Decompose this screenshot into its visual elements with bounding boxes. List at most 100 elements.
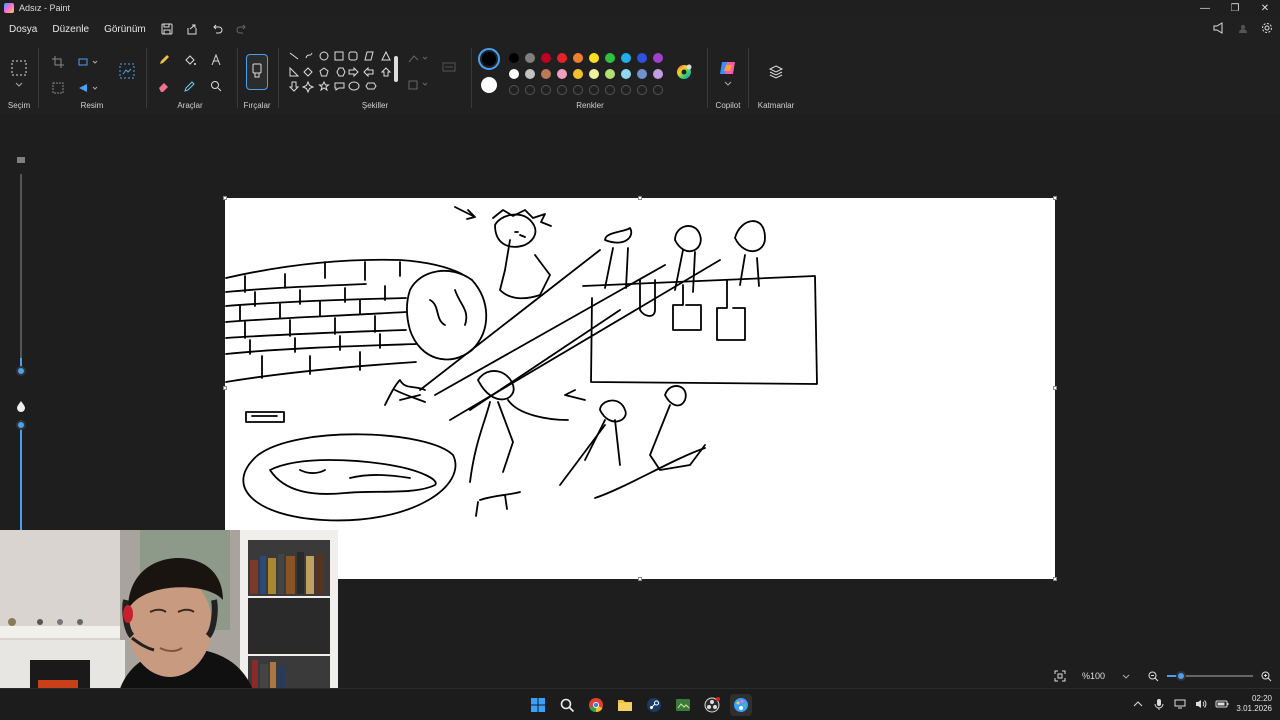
color-swatch[interactable] bbox=[605, 53, 615, 63]
color-swatch[interactable] bbox=[637, 69, 647, 79]
drawing-canvas[interactable] bbox=[223, 196, 1057, 581]
color-swatch[interactable] bbox=[589, 53, 599, 63]
custom-color-slot[interactable] bbox=[653, 85, 663, 95]
color-swatch[interactable] bbox=[653, 69, 663, 79]
color-swatch[interactable] bbox=[541, 69, 551, 79]
share-icon[interactable] bbox=[182, 19, 202, 39]
custom-color-slot[interactable] bbox=[509, 85, 519, 95]
save-icon[interactable] bbox=[157, 19, 177, 39]
opacity-slider-thumb[interactable] bbox=[16, 420, 26, 430]
copilot-chevron-icon[interactable] bbox=[723, 80, 733, 86]
restore-button[interactable]: ❐ bbox=[1220, 0, 1250, 16]
crop-icon[interactable] bbox=[50, 54, 66, 70]
network-icon[interactable] bbox=[1173, 693, 1187, 715]
app-icon-green[interactable] bbox=[672, 694, 694, 716]
fit-to-window-icon[interactable] bbox=[1052, 668, 1068, 684]
undo-icon[interactable] bbox=[207, 19, 227, 39]
custom-color-slot[interactable] bbox=[573, 85, 583, 95]
resize-handle-right[interactable] bbox=[1053, 386, 1057, 390]
menu-edit[interactable]: Düzenle bbox=[52, 24, 89, 35]
color-swatch[interactable] bbox=[557, 69, 567, 79]
resize-handle-top[interactable] bbox=[638, 196, 642, 200]
resize-icon[interactable] bbox=[76, 54, 100, 70]
color-picker-icon[interactable] bbox=[182, 78, 198, 94]
color-swatch[interactable] bbox=[573, 69, 583, 79]
size-slider-thumb[interactable] bbox=[16, 366, 26, 376]
pencil-icon[interactable] bbox=[156, 52, 172, 68]
clock[interactable]: 02:20 3.01.2026 bbox=[1236, 694, 1272, 714]
close-button[interactable]: ✕ bbox=[1250, 0, 1280, 16]
shapes-scrollbar[interactable] bbox=[394, 56, 398, 82]
tray-overflow-icon[interactable] bbox=[1131, 693, 1145, 715]
microphone-icon[interactable] bbox=[1152, 693, 1166, 715]
image-select-icon[interactable] bbox=[118, 62, 136, 80]
shape-outline-icon[interactable] bbox=[406, 52, 432, 66]
shape-fill-icon[interactable] bbox=[406, 78, 432, 92]
account-icon[interactable] bbox=[1234, 19, 1252, 37]
secondary-color-button[interactable] bbox=[481, 77, 497, 93]
color-swatch[interactable] bbox=[541, 53, 551, 63]
battery-icon[interactable] bbox=[1215, 693, 1229, 715]
resize-handle-br[interactable] bbox=[1053, 577, 1057, 581]
color-swatch[interactable] bbox=[525, 69, 535, 79]
color-swatch[interactable] bbox=[509, 69, 519, 79]
color-swatch[interactable] bbox=[621, 69, 631, 79]
settings-icon[interactable] bbox=[1258, 19, 1276, 37]
color-swatch[interactable] bbox=[653, 53, 663, 63]
resize-handle-left[interactable] bbox=[223, 386, 227, 390]
custom-color-slot[interactable] bbox=[541, 85, 551, 95]
shapes-gallery[interactable] bbox=[286, 48, 398, 98]
start-icon[interactable] bbox=[527, 694, 549, 716]
custom-color-slot[interactable] bbox=[637, 85, 647, 95]
brush-icon[interactable] bbox=[246, 54, 268, 90]
color-swatch[interactable] bbox=[637, 53, 647, 63]
opacity-slider-track[interactable] bbox=[20, 420, 22, 532]
file-explorer-icon[interactable] bbox=[614, 694, 636, 716]
size-slider-track[interactable] bbox=[20, 174, 22, 370]
zoom-out-icon[interactable] bbox=[1145, 668, 1161, 684]
shape-size-icon[interactable] bbox=[440, 60, 458, 74]
magnifier-icon[interactable] bbox=[208, 78, 224, 94]
background-remove-icon[interactable] bbox=[50, 80, 66, 96]
menu-file[interactable]: Dosya bbox=[9, 24, 37, 35]
color-swatch[interactable] bbox=[557, 53, 567, 63]
custom-color-slot[interactable] bbox=[525, 85, 535, 95]
layers-icon[interactable] bbox=[766, 62, 786, 82]
color-swatch[interactable] bbox=[509, 53, 519, 63]
text-icon[interactable] bbox=[208, 52, 224, 68]
resize-handle-bottom[interactable] bbox=[638, 577, 642, 581]
primary-color-button[interactable] bbox=[478, 48, 500, 70]
custom-color-slot[interactable] bbox=[605, 85, 615, 95]
selection-icon[interactable] bbox=[9, 58, 29, 78]
resize-handle-tl[interactable] bbox=[223, 196, 227, 200]
zoom-slider-thumb[interactable] bbox=[1176, 671, 1186, 681]
redo-icon[interactable] bbox=[232, 19, 252, 39]
zoom-select[interactable]: %100 bbox=[1076, 666, 1136, 686]
eraser-icon[interactable] bbox=[156, 78, 172, 94]
chrome-icon[interactable] bbox=[585, 694, 607, 716]
color-swatch[interactable] bbox=[573, 53, 583, 63]
menu-view[interactable]: Görünüm bbox=[104, 24, 146, 35]
color-swatch[interactable] bbox=[605, 69, 615, 79]
color-swatch[interactable] bbox=[589, 69, 599, 79]
search-icon[interactable] bbox=[556, 694, 578, 716]
paint-taskbar-icon[interactable] bbox=[730, 694, 752, 716]
minimize-button[interactable]: — bbox=[1190, 0, 1220, 16]
resize-handle-tr[interactable] bbox=[1053, 196, 1057, 200]
copilot-icon[interactable] bbox=[718, 58, 738, 78]
color-swatch[interactable] bbox=[621, 53, 631, 63]
edit-colors-icon[interactable] bbox=[674, 62, 694, 82]
selection-chevron-icon[interactable] bbox=[14, 80, 24, 88]
ribbon-divider bbox=[748, 48, 749, 108]
volume-icon[interactable] bbox=[1194, 693, 1208, 715]
steam-icon[interactable] bbox=[643, 694, 665, 716]
color-swatch[interactable] bbox=[525, 53, 535, 63]
rotate-icon[interactable] bbox=[76, 80, 100, 96]
fill-icon[interactable] bbox=[182, 52, 198, 68]
custom-color-slot[interactable] bbox=[557, 85, 567, 95]
zoom-in-icon[interactable] bbox=[1258, 668, 1274, 684]
custom-color-slot[interactable] bbox=[621, 85, 631, 95]
obs-icon[interactable] bbox=[701, 694, 723, 716]
feedback-icon[interactable] bbox=[1210, 19, 1228, 37]
custom-color-slot[interactable] bbox=[589, 85, 599, 95]
